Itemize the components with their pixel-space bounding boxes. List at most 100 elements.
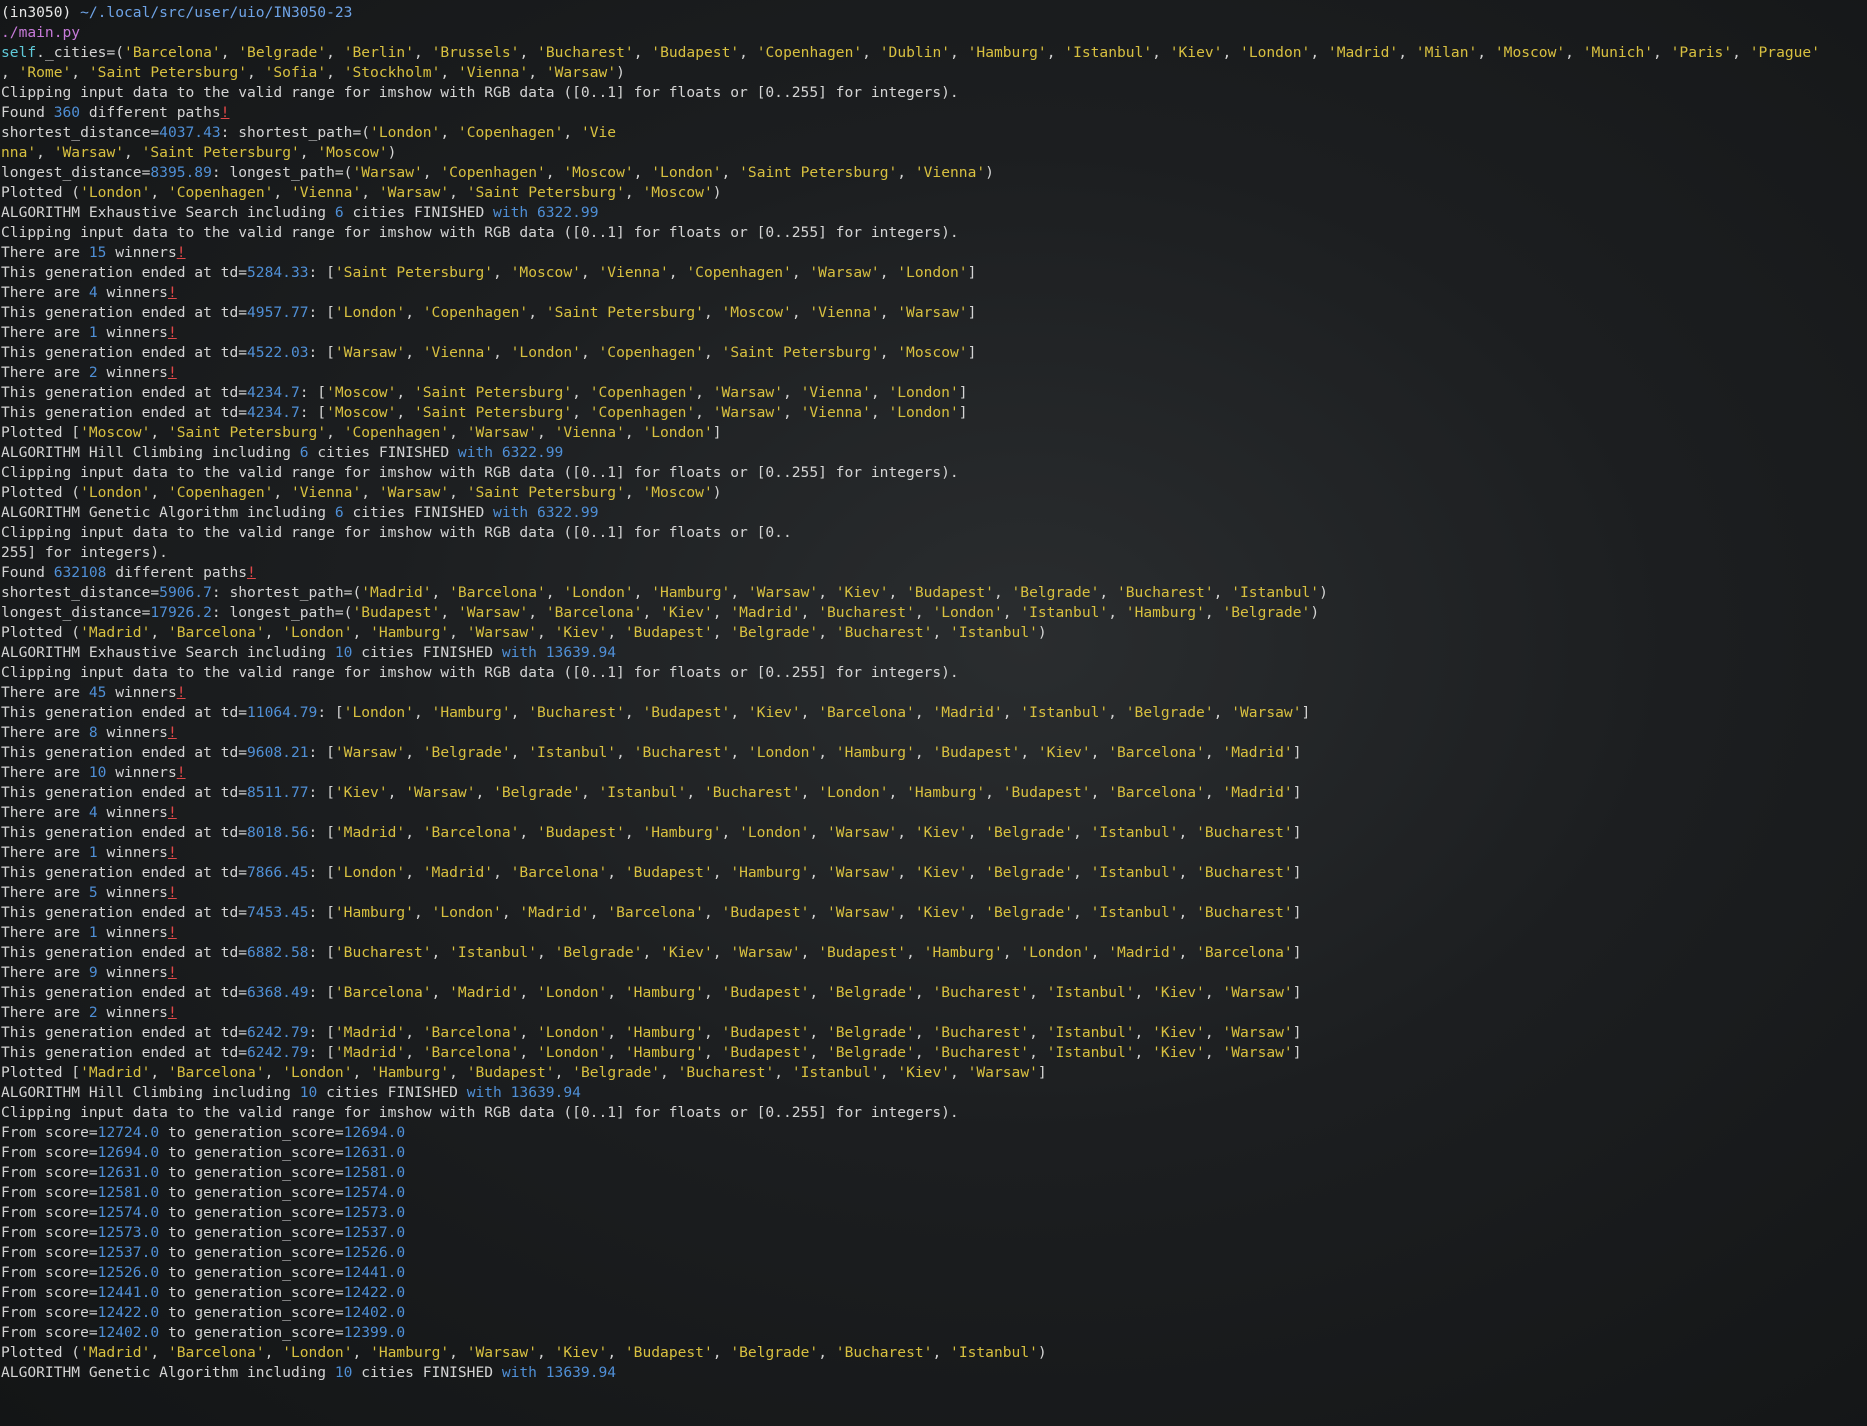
plain-text: , xyxy=(405,1044,423,1061)
string-token: 'Madrid' xyxy=(422,864,494,881)
plain-text: From score= xyxy=(1,1284,98,1301)
string-token: 'London' xyxy=(932,604,1003,621)
string-token: 'Belgrade' xyxy=(826,984,915,1001)
terminal-line: From score=12724.0 to generation_score=1… xyxy=(1,1123,1867,1143)
terminal-line: This generation ended at td=6882.58: ['B… xyxy=(1,943,1867,963)
string-token: 'London' xyxy=(370,124,441,141)
plain-text: winners xyxy=(97,804,168,821)
plain-text: ] xyxy=(1301,704,1311,721)
string-token: 'Barcelona' xyxy=(607,904,704,921)
string-token: 'Hamburg' xyxy=(431,704,511,721)
plain-text: , xyxy=(906,944,924,961)
number-token: 10 xyxy=(334,644,353,661)
string-token: 'Barcelona' xyxy=(422,824,520,841)
plain-text: , xyxy=(1178,864,1197,881)
plain-text: , xyxy=(932,1344,951,1361)
plain-text: : [ xyxy=(308,744,335,761)
plain-text: , xyxy=(712,604,731,621)
terminal-line: ALGORITHM Hill Climbing including 6 citi… xyxy=(1,443,1867,463)
string-token: 'Hamburg' xyxy=(1125,604,1205,621)
string-token: 'Kiev' xyxy=(1152,1044,1205,1061)
plain-text: Clipping input data to the valid range f… xyxy=(1,464,959,481)
plain-text: , xyxy=(800,604,819,621)
number-token: 8395.89 xyxy=(150,164,212,181)
plain-text: There are xyxy=(1,764,89,781)
string-token: 'Copenhagen' xyxy=(589,404,696,421)
terminal-line: This generation ended at td=4957.77: ['L… xyxy=(1,303,1867,323)
plain-text: , xyxy=(660,1064,678,1081)
plain-text: to generation_score= xyxy=(159,1264,344,1281)
plain-text: ALGORITHM Exhaustive Search including xyxy=(1,644,335,661)
number-token: 12574.0 xyxy=(343,1184,406,1201)
plain-text: , xyxy=(1204,784,1223,801)
terminal-line: This generation ended at td=4234.7: ['Mo… xyxy=(1,383,1867,403)
string-token: 'Saint Petersburg' xyxy=(334,264,494,281)
plain-text: , xyxy=(897,904,915,921)
number-token: 15 xyxy=(88,244,107,261)
plain-text: : [ xyxy=(308,864,335,881)
plain-text: ) xyxy=(616,64,625,81)
terminal-line: This generation ended at td=9608.21: ['W… xyxy=(1,743,1867,763)
plain-text: , xyxy=(264,1344,283,1361)
plain-text: , xyxy=(1204,604,1223,621)
plain-text: , xyxy=(888,784,907,801)
plain-text: , xyxy=(703,344,722,361)
string-token: 'Moscow' xyxy=(642,184,713,201)
plain-text: , xyxy=(440,64,458,81)
terminal-line: There are 1 winners! xyxy=(1,323,1867,343)
plain-text: winners xyxy=(97,284,168,301)
number-token: 12422.0 xyxy=(97,1304,160,1321)
terminal-line: Clipping input data to the valid range f… xyxy=(1,1103,1867,1123)
plain-text: , xyxy=(1204,1044,1223,1061)
string-token: 'Madrid' xyxy=(730,604,801,621)
string-token: 'Warsaw' xyxy=(826,904,898,921)
string-token: 'Kiev' xyxy=(747,704,801,721)
plain-text: There are xyxy=(1,924,89,941)
terminal-line: This generation ended at td=8511.77: ['K… xyxy=(1,783,1867,803)
plain-text: From score= xyxy=(1,1164,98,1181)
plain-text: , xyxy=(642,944,661,961)
plain-text: , xyxy=(809,904,827,921)
string-token: 'Warsaw' xyxy=(334,344,406,361)
string-token: 'London' xyxy=(747,744,819,761)
string-token: 'Barcelona' xyxy=(818,704,915,721)
string-token: 'Kiev' xyxy=(1037,744,1091,761)
string-token: 'Budapest' xyxy=(1002,784,1091,801)
plain-text: , xyxy=(607,1344,625,1361)
string-token: 'Bucharest' xyxy=(528,704,625,721)
terminal-line: From score=12574.0 to generation_score=1… xyxy=(1,1203,1867,1223)
plain-text: ALGORITHM Genetic Algorithm including xyxy=(1,1364,335,1381)
plain-text: ] xyxy=(967,344,977,361)
string-token: 'Istanbul' xyxy=(1020,704,1109,721)
plain-text: , xyxy=(1204,1024,1223,1041)
terminal-line: ALGORITHM Hill Climbing including 10 cit… xyxy=(1,1083,1867,1103)
string-token: 'Warsaw' xyxy=(466,424,537,441)
terminal-output[interactable]: (in3050) ~/.local/src/user/uio/IN3050-23… xyxy=(1,3,1867,1383)
string-token: 'Barcelona' xyxy=(1108,784,1205,801)
plain-text: , xyxy=(914,604,933,621)
plain-text: , xyxy=(624,424,643,441)
plain-text: ] xyxy=(1292,1044,1302,1061)
string-token: 'Barcelona' xyxy=(545,604,643,621)
string-token: 'Copenhagen' xyxy=(589,384,696,401)
terminal-line: This generation ended at td=7453.45: ['H… xyxy=(1,903,1867,923)
string-token: 'Hamburg' xyxy=(370,1064,450,1081)
plain-text: : [ xyxy=(308,824,335,841)
plain-text: winners xyxy=(97,964,168,981)
string-token: 'London' xyxy=(563,584,634,601)
string-token: 'Belgrade' xyxy=(572,1064,661,1081)
number-token: 13639.94 xyxy=(545,644,617,661)
string-token: 'London' xyxy=(1020,944,1091,961)
plain-text: , xyxy=(528,304,546,321)
string-token: 'Kiev' xyxy=(1152,984,1205,1001)
plain-text: , xyxy=(352,624,371,641)
string-token: 'Warsaw' xyxy=(1231,704,1302,721)
plain-text: , xyxy=(1398,44,1416,61)
string-token: 'Vienna' xyxy=(422,344,494,361)
plain-text: , xyxy=(1653,44,1671,61)
string-token: 'Saint Petersburg' xyxy=(413,384,573,401)
plain-text: , xyxy=(879,304,898,321)
plain-text: , xyxy=(352,1064,371,1081)
plain-text: From score= xyxy=(1,1324,98,1341)
plain-text: : [ xyxy=(308,904,335,921)
